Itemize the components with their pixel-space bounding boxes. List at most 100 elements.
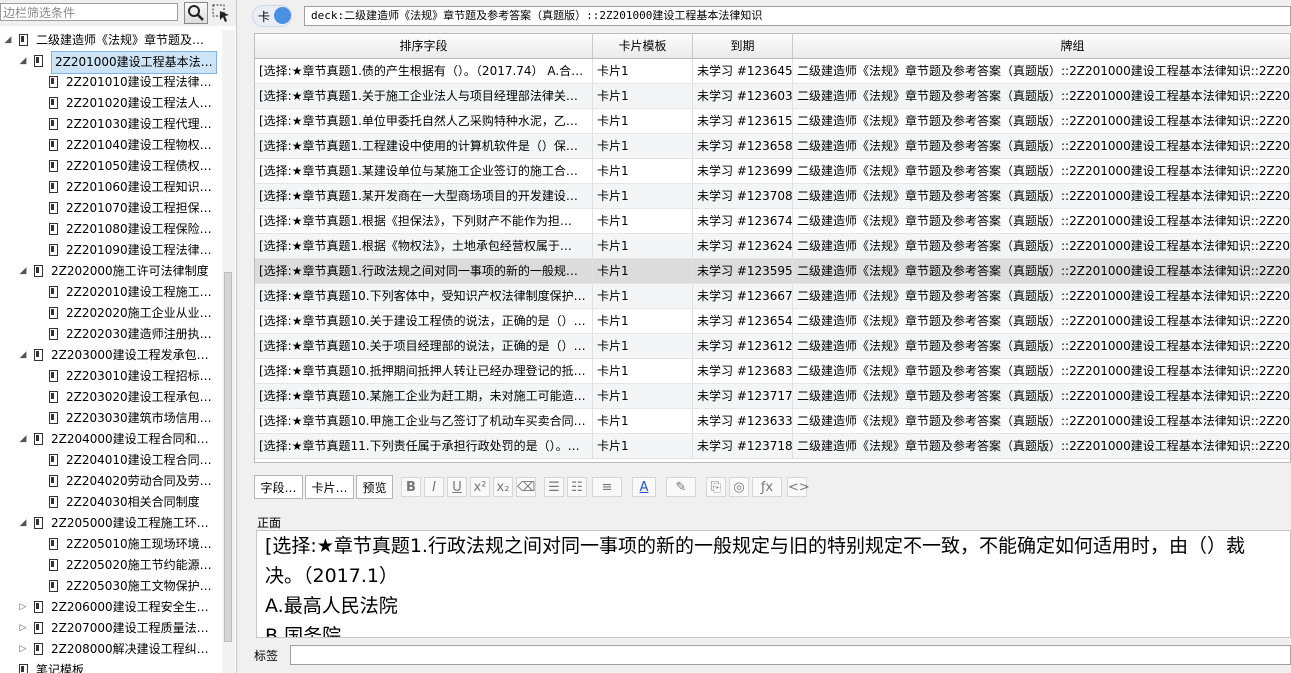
text-color-icon: A: [639, 480, 649, 495]
table-row[interactable]: [选择:★章节真题10.关于建设工程债的说法，正确的是（）… 卡片1 未学习 #12…: [255, 309, 1290, 334]
collapse-arrow-icon[interactable]: ◢: [18, 513, 28, 534]
sidebar-item[interactable]: 2Z205030施工文物保护…: [0, 576, 222, 597]
sidebar-item[interactable]: 2Z201050建设工程债权…: [0, 156, 222, 177]
attach-button[interactable]: ⎘: [706, 477, 726, 497]
browser-search-input[interactable]: deck:二级建造师《法规》章节题及参考答案（真题版）::2Z201000建设工…: [304, 6, 1291, 26]
sidebar-item[interactable]: 2Z202020施工企业从业…: [0, 303, 222, 324]
sidebar-item[interactable]: ◢ 2Z203000建设工程发承包…: [0, 345, 222, 366]
cell-sort-field: [选择:★章节真题1.单位甲委托自然人乙采购特种水泥，乙…: [255, 109, 593, 134]
superscript-button[interactable]: x²: [470, 477, 490, 497]
table-row[interactable]: [选择:★章节真题10.抵押期间抵押人转让已经办理登记的抵… 卡片1 未学习 #12…: [255, 359, 1290, 384]
numbered-list-button[interactable]: ☷: [567, 477, 587, 497]
sidebar-item[interactable]: 2Z201020建设工程法人…: [0, 93, 222, 114]
table-row[interactable]: [选择:★章节真题1.根据《担保法》，下列财产不能作为担… 卡片1 未学习 #123…: [255, 209, 1290, 234]
sidebar-item[interactable]: 2Z201040建设工程物权…: [0, 135, 222, 156]
sidebar-item[interactable]: ◢ 2Z202000施工许可法律制度: [0, 261, 222, 282]
card-note-toggle[interactable]: 卡: [252, 5, 292, 27]
bold-button[interactable]: B: [401, 477, 421, 497]
table-row[interactable]: [选择:★章节真题11.下列责任属于承担行政处罚的是（）。… 卡片1 未学习 #12…: [255, 434, 1290, 459]
table-row[interactable]: [选择:★章节真题1.某开发商在一大型商场项目的开发建设… 卡片1 未学习 #123…: [255, 184, 1290, 209]
table-row[interactable]: [选择:★章节真题10.甲施工企业与乙签订了机动车买卖合同… 卡片1 未学习 #12…: [255, 409, 1290, 434]
expand-arrow-icon[interactable]: ▷: [18, 618, 28, 639]
html-button[interactable]: <>: [787, 477, 810, 497]
underline-button[interactable]: U: [447, 477, 467, 497]
table-row[interactable]: [选择:★章节真题1.根据《物权法》，土地承包经营权属于… 卡片1 未学习 #123…: [255, 234, 1290, 259]
sidebar-item-label: 2Z205020施工节约能源…: [66, 558, 212, 572]
underline-icon: U: [452, 480, 462, 495]
sidebar-item[interactable]: 2Z202010建设工程施工…: [0, 282, 222, 303]
sidebar-scrollbar[interactable]: [222, 30, 235, 673]
search-button[interactable]: [184, 2, 208, 24]
table-row[interactable]: [选择:★章节真题1.某建设单位与某施工企业签订的施工合… 卡片1 未学习 #123…: [255, 159, 1290, 184]
table-row[interactable]: [选择:★章节真题1.单位甲委托自然人乙采购特种水泥，乙… 卡片1 未学习 #123…: [255, 109, 1290, 134]
sidebar-item[interactable]: 2Z201080建设工程保险…: [0, 219, 222, 240]
sidebar-item[interactable]: 2Z201010建设工程法律…: [0, 72, 222, 93]
text-color-button[interactable]: A: [632, 477, 656, 497]
collapse-arrow-icon[interactable]: ◢: [18, 51, 28, 72]
column-header-due[interactable]: 到期: [693, 34, 793, 58]
sidebar-item-label: 2Z201020建设工程法人…: [66, 96, 212, 110]
sidebar-item[interactable]: 2Z204020劳动合同及劳…: [0, 471, 222, 492]
bullet-list-button[interactable]: ☰: [544, 477, 564, 497]
formula-button[interactable]: ƒx: [752, 477, 782, 497]
sidebar-item[interactable]: ▷ 2Z206000建设工程安全生…: [0, 597, 222, 618]
tags-input[interactable]: [290, 645, 1291, 665]
column-header-deck[interactable]: 牌组: [793, 34, 1290, 58]
editor-line: 决。（2017.1）: [265, 565, 398, 587]
fields-button[interactable]: 字段…: [254, 475, 303, 499]
italic-button[interactable]: I: [424, 477, 444, 497]
sidebar-item[interactable]: ▷ 2Z207000建设工程质量法…: [0, 618, 222, 639]
table-row[interactable]: [选择:★章节真题10.某施工企业为赶工期，未对施工可能造… 卡片1 未学习 #12…: [255, 384, 1290, 409]
sidebar-item-label: 2Z202010建设工程施工…: [66, 285, 212, 299]
sidebar-item-label: 2Z208000解决建设工程纠…: [51, 642, 209, 656]
sidebar-item[interactable]: ◢ 2Z204000建设工程合同和…: [0, 429, 222, 450]
sidebar-item[interactable]: 2Z201030建设工程代理…: [0, 114, 222, 135]
cell-deck: 二级建造师《法规》章节题及参考答案（真题版）::2Z201000建设工程基本法律…: [793, 359, 1290, 384]
sidebar-item[interactable]: 2Z201060建设工程知识…: [0, 177, 222, 198]
sidebar-item[interactable]: ◢ 2Z201000建设工程基本法…: [0, 51, 222, 74]
sidebar-item[interactable]: 2Z205020施工节约能源…: [0, 555, 222, 576]
sidebar-item[interactable]: ◢ 2Z205000建设工程施工环…: [0, 513, 222, 534]
deck-icon: [34, 622, 43, 634]
select-tool-button[interactable]: [211, 2, 231, 24]
align-button[interactable]: ≡: [592, 477, 622, 497]
preview-button[interactable]: 预览: [356, 475, 393, 499]
sidebar-item-label: 2Z204010建设工程合同…: [66, 453, 212, 467]
table-row[interactable]: [选择:★章节真题1.债的产生根据有（）。（2017.74） A.合… 卡片1 未学…: [255, 59, 1290, 84]
column-header-sort-field[interactable]: 排序字段: [255, 34, 593, 58]
front-field-editor[interactable]: [选择:★章节真题1.行政法规之间对同一事项的新的一般规定与旧的特别规定不一致，…: [256, 530, 1291, 638]
sidebar-item[interactable]: 笔记模板: [0, 660, 222, 673]
table-row[interactable]: [选择:★章节真题1.关于施工企业法人与项目经理部法律关… 卡片1 未学习 #123…: [255, 84, 1290, 109]
sidebar-item[interactable]: 2Z204030相关合同制度: [0, 492, 222, 513]
expand-arrow-icon[interactable]: ▷: [18, 597, 28, 618]
table-row[interactable]: [选择:★章节真题10.关于项目经理部的说法，正确的是（）… 卡片1 未学习 #12…: [255, 334, 1290, 359]
collapse-arrow-icon[interactable]: ◢: [18, 429, 28, 450]
record-button[interactable]: ◎: [729, 477, 749, 497]
table-row[interactable]: [选择:★章节真题1.工程建设中使用的计算机软件是（）保… 卡片1 未学习 #123…: [255, 134, 1290, 159]
sidebar-item[interactable]: 2Z204010建设工程合同…: [0, 450, 222, 471]
sidebar-filter-input[interactable]: 边栏筛选条件: [0, 3, 178, 21]
sidebar-item[interactable]: 2Z201090建设工程法律…: [0, 240, 222, 261]
sidebar-item[interactable]: 2Z203010建设工程招标…: [0, 366, 222, 387]
collapse-arrow-icon[interactable]: ◢: [3, 30, 13, 51]
cards-button[interactable]: 卡片…: [305, 475, 354, 499]
sidebar-item[interactable]: 2Z203030建筑市场信用…: [0, 408, 222, 429]
sidebar-item[interactable]: 2Z201070建设工程担保…: [0, 198, 222, 219]
html-icon: <>: [788, 480, 810, 495]
column-header-card-template[interactable]: 卡片模板: [593, 34, 693, 58]
sidebar-scrollbar-thumb[interactable]: [224, 272, 232, 642]
table-row[interactable]: [选择:★章节真题10.下列客体中，受知识产权法律制度保护… 卡片1 未学习 #12…: [255, 284, 1290, 309]
subscript-button[interactable]: x₂: [493, 477, 513, 497]
expand-arrow-icon[interactable]: ▷: [18, 639, 28, 660]
collapse-arrow-icon[interactable]: ◢: [18, 261, 28, 282]
table-row[interactable]: [选择:★章节真题1.行政法规之间对同一事项的新的一般规… 卡片1 未学习 #123…: [255, 259, 1290, 284]
sidebar-item[interactable]: ▷ 2Z208000解决建设工程纠…: [0, 639, 222, 660]
deck-icon: [49, 244, 58, 256]
highlight-button[interactable]: ✎: [666, 477, 696, 497]
sidebar-item[interactable]: 2Z203020建设工程承包…: [0, 387, 222, 408]
collapse-arrow-icon[interactable]: ◢: [18, 345, 28, 366]
sidebar-item[interactable]: 2Z202030建造师注册执…: [0, 324, 222, 345]
sidebar-item[interactable]: 2Z205010施工现场环境…: [0, 534, 222, 555]
eraser-button[interactable]: ⌫: [516, 477, 536, 497]
sidebar-item[interactable]: ◢ 二级建造师《法规》章节题及…: [0, 30, 222, 51]
